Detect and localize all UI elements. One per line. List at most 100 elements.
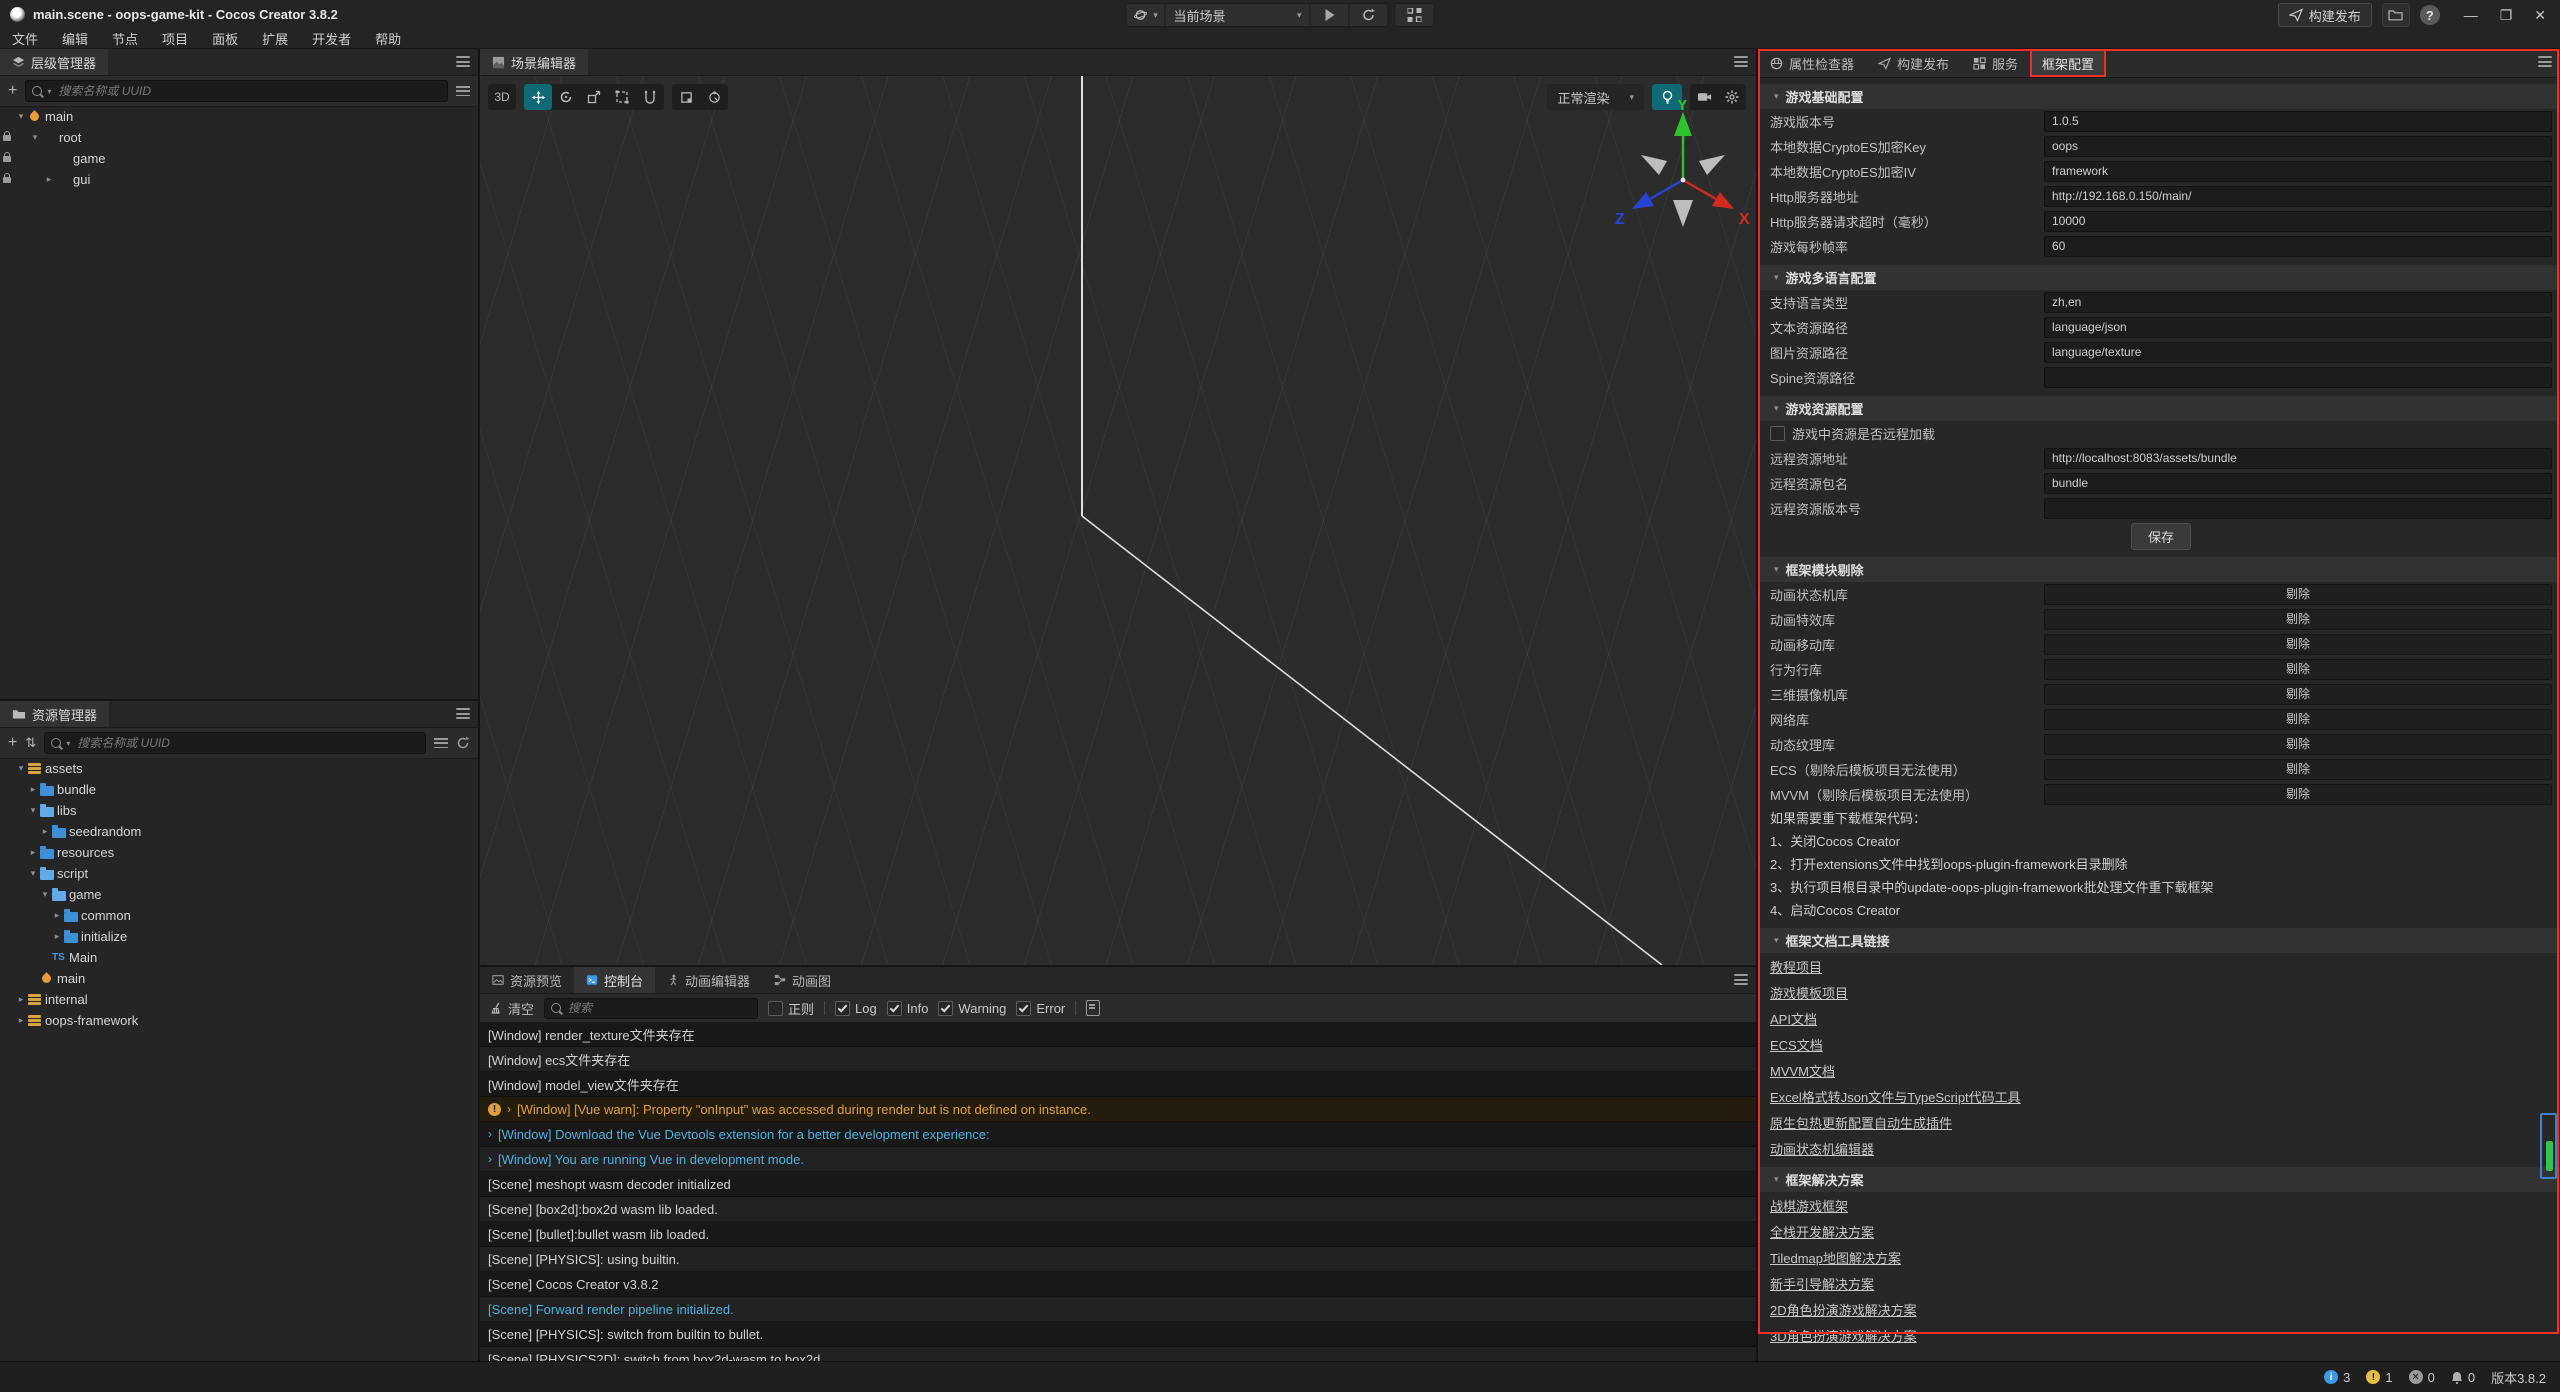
asset-node-game[interactable]: ▾game: [0, 884, 478, 905]
qr-preview-button[interactable]: [1396, 4, 1434, 26]
restart-button[interactable]: [1349, 4, 1388, 26]
scrollbar-thumb[interactable]: [2546, 1141, 2553, 1171]
section-header-5[interactable]: ▾框架解决方案: [1758, 1167, 2560, 1192]
asset-node-libs[interactable]: ▾libs: [0, 800, 478, 821]
link-5-2[interactable]: Tiledmap地图解决方案: [1770, 1248, 1901, 1267]
asset-node-Main[interactable]: TSMain: [0, 947, 478, 968]
mode-3d-button[interactable]: 3D: [488, 84, 516, 110]
tab-property-inspector[interactable]: 属性检查器: [1758, 49, 1866, 77]
filter-log-toggle[interactable]: Log: [835, 1001, 877, 1016]
chevron-right-icon[interactable]: ▸: [14, 994, 28, 1005]
field-input[interactable]: 10000: [2044, 211, 2552, 232]
section-header-4[interactable]: ▾框架文档工具链接: [1758, 928, 2560, 953]
scene-viewport[interactable]: 3D: [480, 76, 1756, 965]
console-search[interactable]: [544, 998, 758, 1019]
scene-select[interactable]: 当前场景 ▾: [1165, 4, 1310, 26]
panel-menu-icon[interactable]: [1734, 974, 1748, 985]
panel-menu-icon[interactable]: [456, 708, 470, 719]
field-input[interactable]: bundle: [2044, 473, 2552, 494]
hierarchy-node-main[interactable]: ▾main: [0, 106, 478, 127]
panel-menu-icon[interactable]: [2538, 56, 2552, 67]
asset-node-assets[interactable]: ▾assets: [0, 758, 478, 779]
panel-menu-icon[interactable]: [1734, 56, 1748, 67]
create-asset-button[interactable]: +: [8, 735, 17, 751]
link-5-4[interactable]: 2D角色扮演游戏解决方案: [1770, 1300, 1917, 1319]
remove-button[interactable]: 剔除: [2044, 734, 2552, 755]
info-count[interactable]: i 3: [2324, 1370, 2350, 1385]
refresh-icon[interactable]: [456, 736, 470, 750]
tab-build-publish[interactable]: 构建发布: [1866, 49, 1961, 77]
maximize-button[interactable]: ❐: [2500, 7, 2513, 24]
hierarchy-search[interactable]: ▾: [25, 80, 448, 102]
asset-node-common[interactable]: ▸common: [0, 905, 478, 926]
save-button[interactable]: 保存: [2131, 523, 2191, 550]
chevron-down-icon[interactable]: ▾: [26, 868, 40, 879]
tab-scene-editor[interactable]: 场景编辑器: [480, 49, 588, 75]
hierarchy-search-input[interactable]: [56, 83, 441, 99]
filter-error-toggle[interactable]: Error: [1016, 1001, 1065, 1016]
link-4-2[interactable]: API文档: [1770, 1009, 1817, 1028]
chevron-right-icon[interactable]: ▸: [50, 931, 64, 942]
error-checkbox[interactable]: [1016, 1001, 1031, 1016]
field-input[interactable]: oops: [2044, 136, 2552, 157]
close-button[interactable]: ✕: [2534, 7, 2546, 24]
asset-node-bundle[interactable]: ▸bundle: [0, 779, 478, 800]
link-4-0[interactable]: 教程项目: [1770, 957, 1822, 976]
asset-node-internal[interactable]: ▸internal: [0, 989, 478, 1010]
coordinate-toggle-button[interactable]: [700, 84, 728, 110]
chevron-right-icon[interactable]: ›: [488, 1127, 492, 1141]
regex-checkbox[interactable]: [768, 1001, 783, 1016]
field-input[interactable]: zh,en: [2044, 292, 2552, 313]
link-4-3[interactable]: ECS文档: [1770, 1035, 1823, 1054]
link-4-7[interactable]: 动画状态机编辑器: [1770, 1139, 1874, 1158]
chevron-down-icon[interactable]: ▾: [26, 805, 40, 816]
menu-panel[interactable]: 面板: [200, 29, 250, 48]
chevron-right-icon[interactable]: ▸: [26, 847, 40, 858]
rect-tool-button[interactable]: [608, 84, 636, 110]
filter-info-toggle[interactable]: Info: [887, 1001, 929, 1016]
rotate-tool-button[interactable]: [552, 84, 580, 110]
open-project-folder-button[interactable]: [2382, 3, 2410, 27]
play-button[interactable]: [1310, 4, 1349, 26]
regex-toggle[interactable]: 正则: [768, 999, 814, 1018]
remove-button[interactable]: 剔除: [2044, 784, 2552, 805]
asset-node-initialize[interactable]: ▸initialize: [0, 926, 478, 947]
section-header-1[interactable]: ▾游戏多语言配置: [1758, 265, 2560, 290]
tab-service[interactable]: 服务: [1961, 49, 2030, 77]
link-4-5[interactable]: Excel格式转Json文件与TypeScript代码工具: [1770, 1087, 2021, 1106]
tab-framework-config[interactable]: 框架配置: [2030, 49, 2106, 77]
menu-project[interactable]: 项目: [150, 29, 200, 48]
panel-menu-icon[interactable]: [456, 56, 470, 67]
link-5-5[interactable]: 3D角色扮演游戏解决方案: [1770, 1326, 1917, 1345]
hierarchy-node-root[interactable]: ▾root: [0, 127, 478, 148]
chevron-down-icon[interactable]: ▾: [28, 132, 42, 143]
asset-node-main[interactable]: main: [0, 968, 478, 989]
chevron-right-icon[interactable]: ▸: [26, 784, 40, 795]
log-row-3[interactable]: !›[Window] [Vue warn]: Property "onInput…: [480, 1097, 1756, 1122]
remove-button[interactable]: 剔除: [2044, 684, 2552, 705]
log-row-5[interactable]: ›[Window] You are running Vue in develop…: [480, 1147, 1756, 1172]
asset-node-oops-framework[interactable]: ▸oops-framework: [0, 1010, 478, 1031]
remote-load-checkbox[interactable]: [1770, 426, 1785, 441]
clear-console-button[interactable]: 清空: [490, 999, 534, 1018]
menu-developer[interactable]: 开发者: [300, 29, 363, 48]
hierarchy-node-gui[interactable]: ▸gui: [0, 169, 478, 190]
asset-node-resources[interactable]: ▸resources: [0, 842, 478, 863]
field-input[interactable]: 60: [2044, 236, 2552, 257]
console-search-input[interactable]: [566, 1000, 751, 1016]
field-input[interactable]: language/texture: [2044, 342, 2552, 363]
error-count[interactable]: ✕ 0: [2409, 1370, 2435, 1385]
filter-icon[interactable]: [456, 86, 470, 96]
tab-animation-editor[interactable]: 动画编辑器: [655, 967, 762, 993]
chevron-down-icon[interactable]: ▾: [14, 111, 28, 122]
tab-console[interactable]: 控制台: [574, 967, 655, 993]
remove-button[interactable]: 剔除: [2044, 609, 2552, 630]
pivot-toggle-button[interactable]: [672, 84, 700, 110]
build-publish-button[interactable]: 构建发布: [2278, 3, 2372, 27]
menu-edit[interactable]: 编辑: [50, 29, 100, 48]
tab-animation-graph[interactable]: 动画图: [762, 967, 843, 993]
log-checkbox[interactable]: [835, 1001, 850, 1016]
chevron-right-icon[interactable]: ▸: [38, 826, 52, 837]
chevron-right-icon[interactable]: ▸: [50, 910, 64, 921]
transform-gizmo-button[interactable]: [636, 84, 664, 110]
